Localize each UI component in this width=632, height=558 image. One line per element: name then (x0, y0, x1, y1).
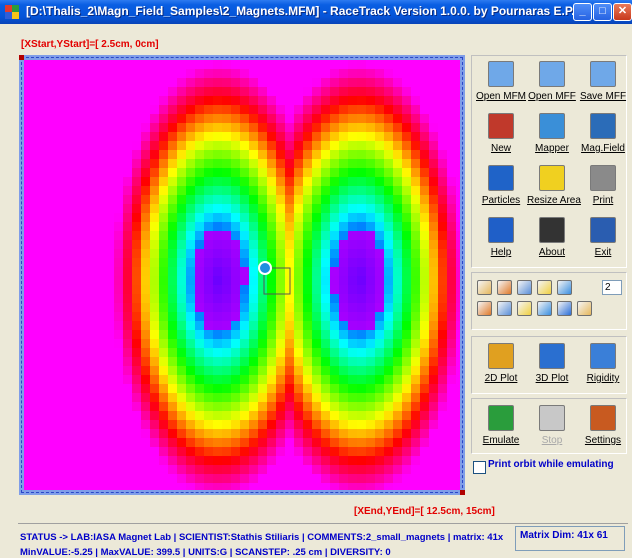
settings-button[interactable]: Settings (578, 402, 628, 448)
mapper-button[interactable]: Mapper (527, 110, 577, 156)
heatmap-cells (114, 60, 460, 490)
resize-area-button[interactable]: Resize Area (527, 162, 581, 208)
grid-icon[interactable] (577, 301, 592, 316)
magnetic-field-map[interactable] (19, 55, 465, 495)
print-orbit-checkbox[interactable] (473, 461, 486, 474)
zoom-in-icon[interactable] (477, 301, 492, 316)
start-coordinates-label: [XStart,YStart]=[ 2.5cm, 0cm] (21, 39, 159, 50)
move-icon[interactable] (537, 301, 552, 316)
settings-tools-icon (590, 405, 616, 431)
print-button[interactable]: Print (578, 162, 628, 208)
status-line-values: MinVALUE:-5.25 | MaxVALUE: 399.5 | UNITS… (20, 547, 391, 558)
button-label: New (490, 143, 511, 154)
open-mfm-button[interactable]: Open MFM (476, 58, 526, 104)
folder-open-icon (488, 61, 514, 87)
button-label: About (538, 247, 566, 258)
2d-plot-button[interactable]: 2D Plot (476, 340, 526, 386)
exit-icon (590, 217, 616, 243)
button-label: Print (592, 195, 614, 206)
about-button[interactable]: About (527, 214, 577, 260)
color-icon[interactable] (557, 301, 572, 316)
button-label: Rigidity (586, 373, 620, 384)
button-label: 3D Plot (535, 373, 569, 384)
folder-save-icon (590, 61, 616, 87)
new-button[interactable]: New (476, 110, 526, 156)
save-mff-button[interactable]: Save MFF (578, 58, 628, 104)
printer-icon (590, 165, 616, 191)
open-mff-button[interactable]: Open MFF (527, 58, 577, 104)
map-icon (539, 113, 565, 139)
button-label: Open MFM (476, 91, 527, 102)
app-icon (5, 5, 19, 19)
particle-marker[interactable] (258, 261, 272, 275)
button-label: Exit (594, 247, 612, 258)
window-title: [D:\Thalis_2\Magn_Field_Samples\2_Magnet… (26, 4, 575, 18)
button-label: Emulate (482, 435, 520, 446)
rigidity-icon (590, 343, 616, 369)
field-heatmap[interactable] (24, 60, 460, 490)
resize-area-icon (539, 165, 565, 191)
button-label: Stop (541, 435, 563, 446)
exit-button[interactable]: Exit (578, 214, 628, 260)
emulate-button[interactable]: Emulate (476, 402, 526, 448)
zoom-out-icon[interactable] (497, 301, 512, 316)
button-label: Mag.Field (581, 143, 625, 154)
matrix-dimension-box: Matrix Dim: 41x 61 (515, 526, 625, 551)
about-icon (539, 217, 565, 243)
print-orbit-label: Print orbit while emulating (488, 459, 614, 470)
rigidity-button[interactable]: Rigidity (578, 340, 628, 386)
particles-button[interactable]: Particles (476, 162, 526, 208)
3d-plot-button[interactable]: 3D Plot (527, 340, 577, 386)
particles-icon (488, 165, 514, 191)
button-label: Settings (584, 435, 622, 446)
save-small-icon[interactable] (517, 280, 532, 295)
button-label: Particles (481, 195, 521, 206)
close-button[interactable]: ✕ (613, 3, 632, 21)
rotate-icon[interactable] (557, 280, 572, 295)
zoom-arc-icon[interactable] (477, 280, 492, 295)
minimize-button[interactable]: _ (573, 3, 592, 21)
zoom-fit-icon[interactable] (497, 280, 512, 295)
stop-icon (539, 405, 565, 431)
plot-corner-marker (19, 55, 24, 60)
button-label: Mapper (535, 143, 569, 154)
button-label: Open MFF (528, 91, 576, 102)
axis-icon[interactable] (517, 301, 532, 316)
plot-3d-icon (539, 343, 565, 369)
maximize-button[interactable]: □ (593, 3, 612, 21)
emulate-icon (488, 405, 514, 431)
button-label: 2D Plot (484, 373, 518, 384)
stop-button[interactable]: Stop (527, 402, 577, 448)
target-icon (488, 113, 514, 139)
help-button[interactable]: Help (476, 214, 526, 260)
magnet-field-icon (590, 113, 616, 139)
edit-icon[interactable] (537, 280, 552, 295)
title-bar[interactable]: [D:\Thalis_2\Magn_Field_Samples\2_Magnet… (0, 0, 632, 24)
status-divider (18, 523, 628, 524)
plot-2d-icon (488, 343, 514, 369)
mag-field-button[interactable]: Mag.Field (578, 110, 628, 156)
button-label: Help (490, 247, 512, 258)
button-label: Save MFF (579, 91, 627, 102)
plot-corner-marker (460, 490, 465, 495)
status-line-info: STATUS -> LAB:IASA Magnet Lab | SCIENTIS… (20, 532, 504, 543)
folder-open-icon (539, 61, 565, 87)
help-icon (488, 217, 514, 243)
button-label: Resize Area (527, 195, 581, 206)
end-coordinates-label: [XEnd,YEnd]=[ 12.5cm, 15cm] (354, 506, 495, 517)
